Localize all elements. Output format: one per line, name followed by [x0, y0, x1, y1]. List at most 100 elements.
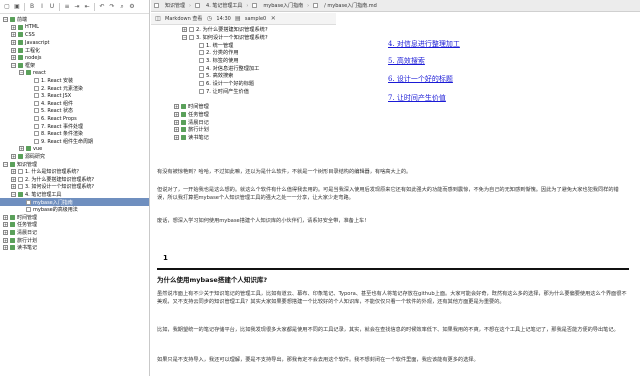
close-icon[interactable]: ✕: [269, 15, 277, 23]
underline-icon[interactable]: U: [48, 3, 56, 11]
expand-icon[interactable]: +: [174, 104, 179, 110]
outline-item[interactable]: 2. 分类的作用: [170, 49, 350, 57]
tree-item[interactable]: 7. React 事件处理: [0, 122, 149, 130]
tree-item[interactable]: 8. React 条件渲染: [0, 130, 149, 138]
page-icon: [195, 3, 201, 8]
expand-icon[interactable]: +: [174, 111, 179, 117]
tree-item[interactable]: 9. React 组件生命周期: [0, 138, 149, 146]
new-note-icon[interactable]: ▢: [3, 3, 11, 11]
find-icon[interactable]: ⌕: [118, 3, 126, 11]
preview-link[interactable]: 6. 设计一个好的标题: [388, 74, 453, 84]
tree-item[interactable]: + 源码研究: [0, 153, 149, 161]
expand-icon[interactable]: +: [3, 229, 8, 235]
tree-item[interactable]: mybase的高级用法: [0, 206, 149, 214]
tree-item[interactable]: mybase入门指南: [0, 198, 149, 206]
outline-item[interactable]: 6. 设计一个好的标题: [170, 80, 350, 88]
collapse-icon[interactable]: −: [3, 17, 8, 23]
collapse-icon[interactable]: −: [11, 191, 16, 197]
collapse-icon[interactable]: −: [182, 35, 187, 41]
outline-item[interactable]: + 时间管理: [170, 103, 350, 111]
expand-icon[interactable]: +: [182, 27, 187, 33]
expand-icon[interactable]: +: [11, 32, 16, 38]
indent-icon[interactable]: ⇥: [73, 3, 81, 11]
breadcrumb-item[interactable]: 4. 笔记管理工具: [206, 2, 242, 9]
view-mode-label[interactable]: Markdown 查看: [165, 15, 202, 22]
outline-item[interactable]: 1. 统一管理: [170, 41, 350, 49]
breadcrumb-item[interactable]: mybase入门指南: [263, 2, 303, 9]
bold-icon[interactable]: B: [28, 3, 36, 11]
expand-icon[interactable]: +: [11, 55, 16, 61]
tree-item[interactable]: − react: [0, 69, 149, 77]
outline-item[interactable]: 4. 对信息进行整理加工: [170, 64, 350, 72]
tree-item[interactable]: + Javascript: [0, 39, 149, 47]
expand-icon[interactable]: +: [11, 169, 16, 175]
breadcrumb-item[interactable]: / mybase入门指南.md: [324, 2, 377, 9]
tree-item[interactable]: 4. React 组件: [0, 100, 149, 108]
outline-item[interactable]: +2. 为什么要搭建知识管理系统?: [170, 26, 350, 34]
expand-icon[interactable]: +: [174, 134, 179, 140]
tree-item[interactable]: − 知识管理: [0, 160, 149, 168]
expand-icon[interactable]: +: [3, 214, 8, 220]
preview-link[interactable]: 4. 对信息进行整理加工: [388, 39, 460, 49]
expand-icon[interactable]: +: [3, 245, 8, 251]
outdent-icon[interactable]: ⇤: [83, 3, 91, 11]
expand-icon[interactable]: +: [11, 47, 16, 53]
tree-item[interactable]: + 时间管理: [0, 213, 149, 221]
save-icon[interactable]: ▣: [13, 3, 21, 11]
view-mode-icon[interactable]: ◫: [154, 15, 162, 23]
outline-item[interactable]: 7. 让时间产生价值: [170, 88, 350, 96]
preview-link[interactable]: 5. 高效搜索: [388, 56, 425, 66]
tree-item[interactable]: − 4. 笔记管理工具: [0, 191, 149, 199]
settings-icon[interactable]: ⚙: [128, 3, 136, 11]
outline-item[interactable]: 5. 高效搜索: [170, 72, 350, 80]
expand-icon[interactable]: +: [3, 222, 8, 228]
tree-item[interactable]: 2. React 元素渲染: [0, 84, 149, 92]
tree-item[interactable]: +2. 为什么要搭建知识管理系统?: [0, 175, 149, 183]
outline-item[interactable]: 3. 标签的使用: [170, 57, 350, 65]
expand-icon[interactable]: +: [11, 153, 16, 159]
expand-icon[interactable]: +: [174, 127, 179, 133]
tree-item[interactable]: 3. React JSX: [0, 92, 149, 100]
expand-icon[interactable]: +: [11, 184, 16, 190]
collapse-icon[interactable]: −: [19, 70, 24, 76]
tree-item[interactable]: + 任务管理: [0, 221, 149, 229]
expand-icon[interactable]: +: [11, 176, 16, 182]
tree-item[interactable]: + HTML: [0, 24, 149, 32]
collapse-icon[interactable]: −: [11, 62, 16, 68]
collapse-icon[interactable]: −: [3, 161, 8, 167]
tree-item[interactable]: + CSS: [0, 31, 149, 39]
expand-icon[interactable]: +: [11, 24, 16, 30]
tree-item[interactable]: + 读书笔记: [0, 244, 149, 252]
file-label[interactable]: sample0: [245, 16, 266, 22]
tree-item[interactable]: 6. React Props: [0, 115, 149, 123]
tree-item[interactable]: +3. 如何设计一个知识管理系统?: [0, 183, 149, 191]
tree-item[interactable]: +1. 什么是知识管理系统？: [0, 168, 149, 176]
expand-icon[interactable]: +: [3, 237, 8, 243]
tree-item[interactable]: + 旅行计划: [0, 236, 149, 244]
tree-item[interactable]: 5. React 状态: [0, 107, 149, 115]
outline-item[interactable]: + 读书笔记: [170, 134, 350, 142]
redo-icon[interactable]: ↷: [108, 3, 116, 11]
tree-item[interactable]: − 框架: [0, 62, 149, 70]
breadcrumb-item[interactable]: 知识管理: [165, 2, 185, 9]
expand-icon[interactable]: +: [19, 146, 24, 152]
page-icon: [34, 93, 39, 99]
expand-icon[interactable]: +: [174, 119, 179, 125]
tree-item[interactable]: + vue: [0, 145, 149, 153]
expand-icon[interactable]: +: [11, 40, 16, 46]
tree-item[interactable]: − 前端: [0, 16, 149, 24]
italic-icon[interactable]: I: [38, 3, 46, 11]
undo-icon[interactable]: ↶: [98, 3, 106, 11]
item-label: 4. 笔记管理工具: [25, 191, 62, 198]
outline-item[interactable]: − 3. 如何设计一个知识管理系统?: [170, 34, 350, 42]
tree-item[interactable]: + nodejs: [0, 54, 149, 62]
tree-item[interactable]: + 工程化: [0, 46, 149, 54]
preview-link[interactable]: 7. 让时间产生价值: [388, 93, 446, 103]
outline-item[interactable]: + 清晨日记: [170, 118, 350, 126]
tree-item[interactable]: + 清晨日记: [0, 229, 149, 237]
list-icon[interactable]: ≡: [63, 3, 71, 11]
outline-item[interactable]: + 任务管理: [170, 111, 350, 119]
tree-item[interactable]: 1. React 安装: [0, 77, 149, 85]
outline-item[interactable]: + 旅行计划: [170, 126, 350, 134]
